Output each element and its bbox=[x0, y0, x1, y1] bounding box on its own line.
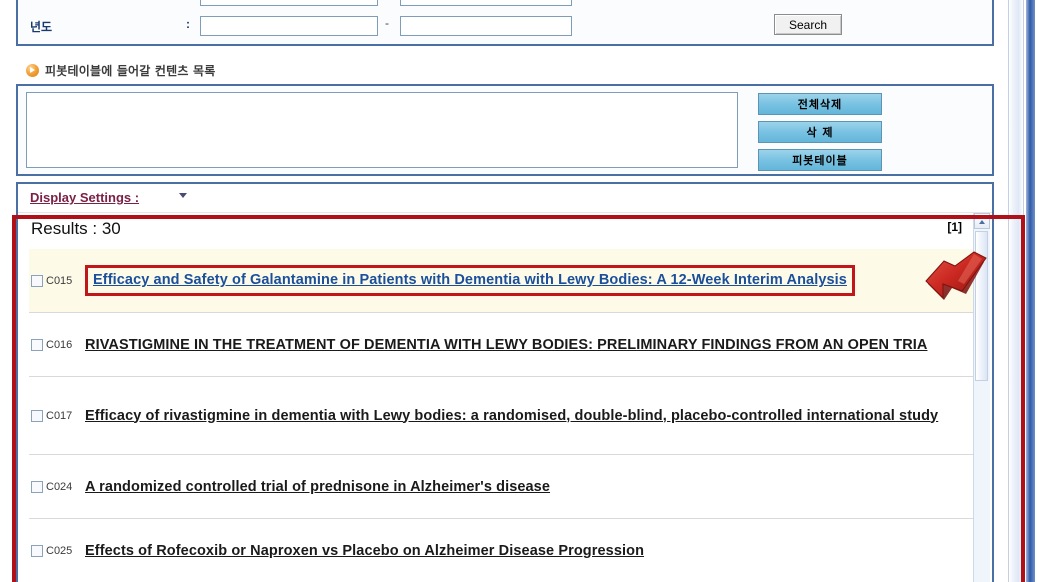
display-settings-bar: Display Settings : bbox=[18, 184, 992, 213]
partial-to-input[interactable] bbox=[400, 0, 572, 6]
contents-section-title: 피봇테이블에 들어갈 컨텐츠 목록 bbox=[45, 63, 216, 78]
row-id: C024 bbox=[46, 480, 73, 493]
pivot-contents-listbox[interactable] bbox=[26, 92, 738, 168]
year-from-input[interactable] bbox=[200, 16, 378, 36]
row-title-cell: Efficacy of rivastigmine in dementia wit… bbox=[85, 377, 974, 454]
row-id: C017 bbox=[46, 409, 73, 422]
year-label: 년도 bbox=[30, 20, 53, 34]
row-title-cell: Efficacy and Safety of Galantamine in Pa… bbox=[85, 249, 974, 312]
row-title-cell: RIVASTIGMINE IN THE TREATMENT OF DEMENTI… bbox=[85, 313, 974, 376]
results-count-label: Results : 30 bbox=[31, 219, 121, 238]
row-checkbox[interactable] bbox=[31, 409, 43, 422]
outer-scrollbar-thumb[interactable] bbox=[1026, 0, 1035, 582]
pivot-table-button[interactable]: 피봇테이블 bbox=[758, 149, 882, 171]
result-list: C015 Efficacy and Safety of Galantamine … bbox=[29, 249, 974, 582]
chevron-up-icon[interactable] bbox=[974, 213, 990, 229]
table-row[interactable]: C017 Efficacy of rivastigmine in dementi… bbox=[29, 377, 974, 455]
row-select-cell: C016 bbox=[29, 313, 85, 376]
search-field-row-year: 년도 : - bbox=[18, 14, 992, 42]
row-title-cell: Effects of Rofecoxib or Naproxen vs Plac… bbox=[85, 519, 974, 582]
row-select-cell: C025 bbox=[29, 519, 85, 582]
results-panel: Display Settings : Results : 30 [1] C015 bbox=[16, 182, 994, 582]
delete-all-button[interactable]: 전체삭제 bbox=[758, 93, 882, 115]
chevron-down-icon[interactable] bbox=[179, 193, 187, 198]
table-row[interactable]: C015 Efficacy and Safety of Galantamine … bbox=[29, 249, 974, 313]
year-to-input[interactable] bbox=[400, 16, 572, 36]
row-select-cell: C017 bbox=[29, 377, 85, 454]
row-title-link[interactable]: Effects of Rofecoxib or Naproxen vs Plac… bbox=[85, 541, 644, 561]
row-checkbox[interactable] bbox=[31, 274, 43, 287]
row-title-link[interactable]: Efficacy and Safety of Galantamine in Pa… bbox=[93, 272, 847, 288]
row-id: C015 bbox=[46, 274, 73, 287]
search-button[interactable]: Search bbox=[774, 14, 842, 35]
row-checkbox[interactable] bbox=[31, 480, 43, 493]
row-checkbox[interactable] bbox=[31, 544, 43, 557]
highlight-box: Efficacy and Safety of Galantamine in Pa… bbox=[85, 265, 855, 296]
table-row[interactable]: C016 RIVASTIGMINE IN THE TREATMENT OF DE… bbox=[29, 313, 974, 377]
results-inner-region: Results : 30 [1] C015 Efficacy and Safet… bbox=[18, 213, 992, 582]
contents-section-header: 피봇테이블에 들어갈 컨텐츠 목록 bbox=[26, 60, 216, 80]
row-select-cell: C015 bbox=[29, 249, 85, 312]
delete-button[interactable]: 삭 제 bbox=[758, 121, 882, 143]
table-row[interactable]: C025 Effects of Rofecoxib or Naproxen vs… bbox=[29, 519, 974, 582]
row-id: C016 bbox=[46, 338, 73, 351]
year-colon: : bbox=[186, 17, 190, 31]
row-id: C025 bbox=[46, 544, 73, 557]
page-indicator[interactable]: [1] bbox=[947, 220, 962, 234]
search-field-row-partial bbox=[18, 0, 992, 12]
outer-scrollbar-track[interactable] bbox=[1008, 0, 1024, 582]
row-title-link[interactable]: Efficacy of rivastigmine in dementia wit… bbox=[85, 406, 938, 426]
results-header: Results : 30 [1] bbox=[18, 213, 992, 249]
row-checkbox[interactable] bbox=[31, 338, 43, 351]
year-range-dash: - bbox=[385, 16, 389, 30]
pivot-contents-panel: 전체삭제 삭 제 피봇테이블 bbox=[16, 84, 994, 176]
row-select-cell: C024 bbox=[29, 455, 85, 518]
display-settings-link[interactable]: Display Settings : bbox=[30, 190, 139, 205]
row-title-cell: A randomized controlled trial of prednis… bbox=[85, 455, 974, 518]
table-row[interactable]: C024 A randomized controlled trial of pr… bbox=[29, 455, 974, 519]
application-root: 년도 : - Search 피봇테이블에 들어갈 컨텐츠 목록 전체삭제 삭 제… bbox=[0, 0, 1037, 582]
play-bullet-icon bbox=[26, 63, 39, 77]
row-title-link[interactable]: RIVASTIGMINE IN THE TREATMENT OF DEMENTI… bbox=[85, 335, 927, 355]
scrollbar-thumb[interactable] bbox=[975, 231, 988, 381]
row-title-link[interactable]: A randomized controlled trial of prednis… bbox=[85, 477, 550, 497]
results-scrollbar[interactable] bbox=[973, 213, 990, 582]
search-panel: 년도 : - Search bbox=[16, 0, 994, 46]
partial-from-input[interactable] bbox=[200, 0, 378, 6]
